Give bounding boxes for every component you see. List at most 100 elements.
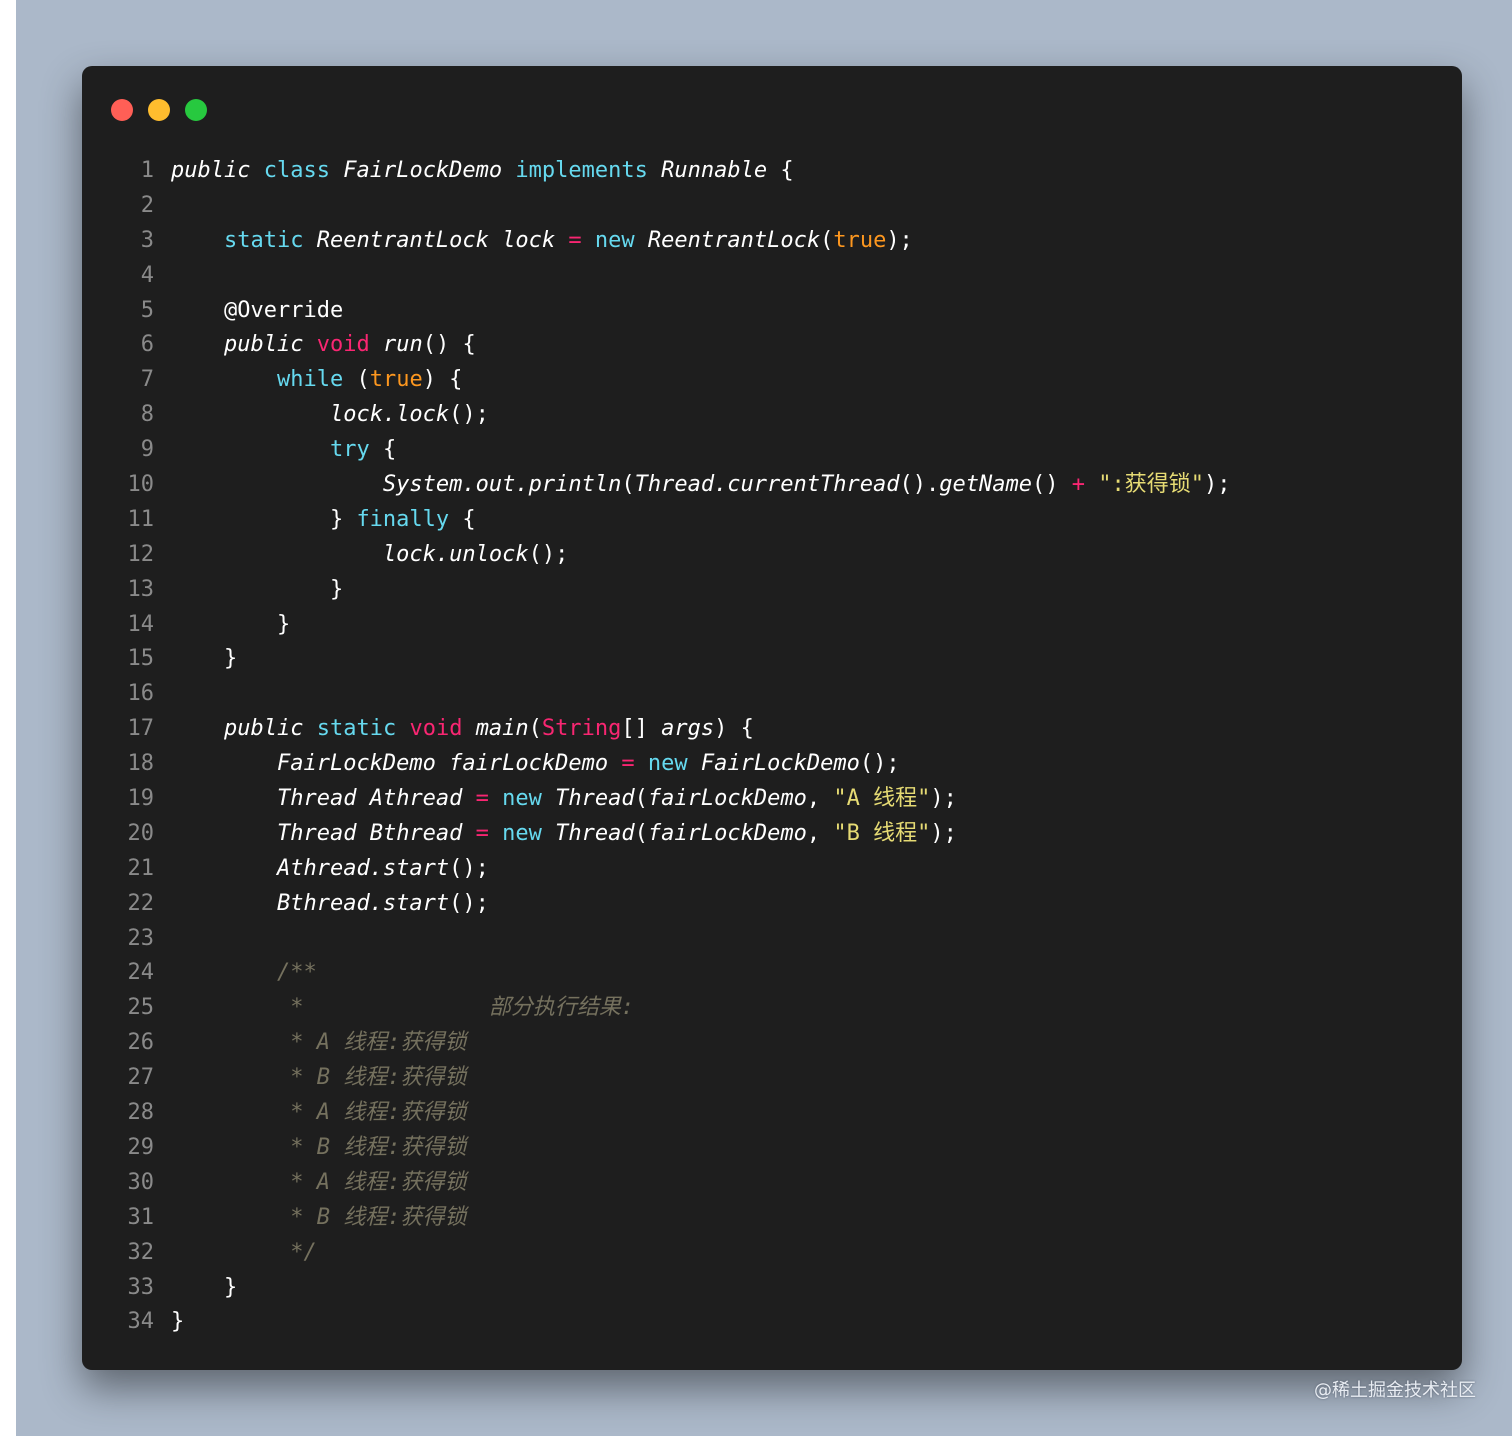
code-window: 1 public class FairLockDemo implements Ru… bbox=[82, 66, 1462, 1370]
code-token: } bbox=[171, 646, 238, 672]
code-token: ); bbox=[886, 227, 913, 253]
code-token: finally bbox=[356, 506, 450, 532]
code-token: Runnable bbox=[661, 158, 768, 183]
code-block[interactable]: 1 public class FairLockDemo implements Ru… bbox=[82, 154, 1462, 1340]
close-button[interactable] bbox=[111, 99, 133, 121]
code-token: FairLockDemo bbox=[700, 751, 860, 777]
code-text: * A 线程:获得锁 bbox=[171, 1166, 466, 1201]
code-line: 24 /** bbox=[82, 956, 1462, 991]
code-line: 27 * B 线程:获得锁 bbox=[82, 1061, 1462, 1096]
code-token: ); bbox=[930, 786, 957, 812]
code-token: static bbox=[316, 716, 397, 742]
code-text: lock.unlock(); bbox=[171, 538, 568, 573]
code-token: public bbox=[223, 332, 304, 358]
code-line: 4 bbox=[82, 259, 1462, 294]
minimize-button[interactable] bbox=[148, 99, 170, 121]
code-token: Thread bbox=[555, 820, 635, 846]
code-token: ( bbox=[634, 820, 648, 846]
code-token: = bbox=[621, 751, 635, 777]
code-line: 20 Thread Bthread = new Thread(fairLockD… bbox=[82, 817, 1462, 852]
code-text: * B 线程:获得锁 bbox=[171, 1061, 466, 1096]
code-token: = bbox=[475, 820, 489, 846]
code-token: new bbox=[594, 227, 635, 253]
line-number: 21 bbox=[127, 855, 155, 881]
code-text: * 部分执行结果: bbox=[171, 991, 634, 1026]
code-token: fairLockDemo bbox=[647, 820, 807, 846]
code-line: 30 * A 线程:获得锁 bbox=[82, 1166, 1462, 1201]
code-token: + bbox=[1071, 472, 1085, 498]
code-token: new bbox=[502, 786, 542, 812]
code-token: } bbox=[171, 576, 344, 602]
code-token: "B 线程" bbox=[833, 820, 931, 846]
code-token: */ bbox=[290, 1239, 317, 1265]
code-token: } bbox=[171, 506, 357, 532]
line-number: 34 bbox=[127, 1309, 155, 1335]
line-number: 29 bbox=[127, 1134, 155, 1160]
code-token: ReentrantLock bbox=[647, 227, 821, 253]
code-line: 19 Thread Athread = new Thread(fairLockD… bbox=[82, 782, 1462, 817]
code-text: * B 线程:获得锁 bbox=[171, 1201, 466, 1236]
code-token: implements bbox=[515, 158, 648, 183]
code-line: 23 bbox=[82, 922, 1462, 957]
code-line: 18 FairLockDemo fairLockDemo = new FairL… bbox=[82, 747, 1462, 782]
code-token: Athread.start bbox=[276, 855, 450, 881]
line-number: 27 bbox=[127, 1065, 155, 1091]
line-number: 19 bbox=[127, 786, 155, 812]
code-line: 11 } finally { bbox=[82, 503, 1462, 538]
code-token: "A 线程" bbox=[833, 786, 931, 812]
code-token: Thread bbox=[555, 786, 635, 812]
code-text: * B 线程:获得锁 bbox=[171, 1131, 466, 1166]
code-token: String bbox=[541, 716, 622, 742]
maximize-button[interactable] bbox=[185, 99, 207, 121]
code-token: try bbox=[329, 437, 370, 463]
code-token: ); bbox=[930, 820, 957, 846]
code-token: getName bbox=[939, 472, 1032, 498]
code-line: 5 @Override bbox=[82, 294, 1462, 329]
code-token: class bbox=[263, 158, 330, 183]
line-number: 18 bbox=[127, 751, 155, 777]
code-token: * A 线程:获得锁 bbox=[290, 1030, 467, 1056]
line-number: 8 bbox=[140, 402, 154, 428]
code-token: static bbox=[223, 227, 304, 253]
code-token: () bbox=[1031, 472, 1072, 498]
code-text: /** bbox=[171, 956, 317, 991]
line-number: 10 bbox=[127, 472, 155, 498]
code-token: ( bbox=[820, 227, 834, 253]
line-number: 5 bbox=[140, 297, 154, 323]
code-text: Thread Athread = new Thread(fairLockDemo… bbox=[171, 782, 957, 817]
line-number: 15 bbox=[127, 646, 155, 672]
code-token: Athread bbox=[369, 786, 463, 812]
code-line: 25 * 部分执行结果: bbox=[82, 991, 1462, 1026]
code-token: true bbox=[833, 227, 887, 253]
line-number: 9 bbox=[140, 437, 154, 463]
code-token: ) { bbox=[714, 716, 754, 742]
code-line: 8 lock.lock(); bbox=[82, 398, 1462, 433]
line-number: 28 bbox=[127, 1100, 155, 1126]
code-token: lock bbox=[502, 227, 556, 253]
code-line: 21 Athread.start(); bbox=[82, 852, 1462, 887]
code-token: (); bbox=[449, 855, 489, 881]
code-token: Bthread.start bbox=[276, 890, 450, 916]
code-line: 7 while (true) { bbox=[82, 363, 1462, 398]
code-token: () { bbox=[422, 332, 476, 358]
line-number: 14 bbox=[127, 611, 155, 637]
code-token: , bbox=[806, 820, 834, 846]
code-token: [] bbox=[621, 716, 662, 742]
code-line: 31 * B 线程:获得锁 bbox=[82, 1201, 1462, 1236]
line-number: 25 bbox=[127, 995, 155, 1021]
line-number: 16 bbox=[127, 681, 155, 707]
code-token: void bbox=[409, 716, 463, 742]
